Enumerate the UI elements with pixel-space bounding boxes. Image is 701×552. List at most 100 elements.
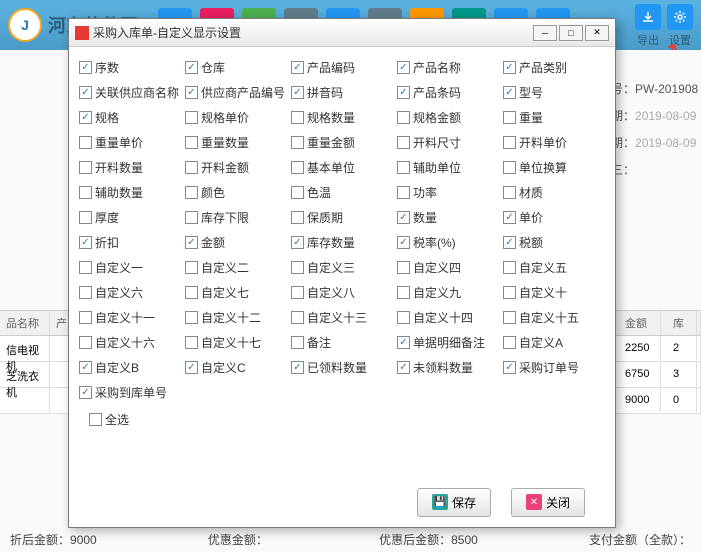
column-checkbox[interactable]: 序数	[79, 59, 181, 76]
column-checkbox[interactable]: 颜色	[185, 184, 287, 201]
column-checkbox[interactable]: 备注	[291, 334, 393, 351]
checkbox-icon	[503, 211, 516, 224]
checkbox-icon	[185, 336, 198, 349]
column-checkbox[interactable]: 辅助数量	[79, 184, 181, 201]
column-checkbox[interactable]: 自定义六	[79, 284, 181, 301]
column-checkbox[interactable]: 单位换算	[503, 159, 605, 176]
checkbox-label: 自定义十六	[95, 334, 155, 351]
column-checkbox[interactable]: 自定义二	[185, 259, 287, 276]
checkbox-icon	[503, 261, 516, 274]
column-checkbox[interactable]: 金额	[185, 234, 287, 251]
column-checkbox[interactable]: 自定义十	[503, 284, 605, 301]
save-button[interactable]: 💾 保存	[417, 488, 491, 517]
column-checkbox[interactable]: 自定义五	[503, 259, 605, 276]
column-checkbox[interactable]: 已领料数量	[291, 359, 393, 376]
column-checkbox[interactable]: 自定义四	[397, 259, 499, 276]
gear-icon	[667, 4, 693, 30]
column-checkbox[interactable]: 自定义八	[291, 284, 393, 301]
checkbox-icon	[397, 311, 410, 324]
column-checkbox[interactable]: 税率(%)	[397, 234, 499, 251]
checkbox-label: 自定义九	[413, 284, 461, 301]
column-checkbox[interactable]: 规格	[79, 109, 181, 126]
column-checkbox[interactable]: 单价	[503, 209, 605, 226]
column-checkbox[interactable]: 产品名称	[397, 59, 499, 76]
column-checkbox[interactable]: 重量数量	[185, 134, 287, 151]
column-checkbox[interactable]: 自定义十三	[291, 309, 393, 326]
column-checkbox[interactable]: 开料单价	[503, 134, 605, 151]
column-checkbox[interactable]: 折扣	[79, 234, 181, 251]
dialog-titlebar[interactable]: 采购入库单-自定义显示设置 ─ □ ✕	[69, 19, 615, 47]
column-checkbox[interactable]: 自定义C	[185, 359, 287, 376]
column-checkbox[interactable]: 重量	[503, 109, 605, 126]
column-checkbox[interactable]: 自定义B	[79, 359, 181, 376]
column-checkbox[interactable]: 自定义十四	[397, 309, 499, 326]
checkbox-label: 自定义A	[519, 334, 563, 351]
column-checkbox[interactable]: 规格数量	[291, 109, 393, 126]
column-checkbox[interactable]: 单据明细备注	[397, 334, 499, 351]
column-checkbox[interactable]: 开料金额	[185, 159, 287, 176]
checkbox-label: 重量金额	[307, 134, 355, 151]
column-checkbox[interactable]: 重量金额	[291, 134, 393, 151]
column-checkbox[interactable]: 未领料数量	[397, 359, 499, 376]
checkbox-icon	[185, 211, 198, 224]
checkbox-icon	[79, 361, 92, 374]
export-button[interactable]: 导出	[635, 4, 661, 48]
column-checkbox[interactable]: 自定义三	[291, 259, 393, 276]
column-checkbox[interactable]: 自定义十一	[79, 309, 181, 326]
checkbox-icon	[397, 186, 410, 199]
column-checkbox[interactable]: 拼音码	[291, 84, 393, 101]
close-window-button[interactable]: ✕	[585, 25, 609, 41]
checkbox-icon	[291, 111, 304, 124]
column-checkbox[interactable]: 自定义十六	[79, 334, 181, 351]
column-checkbox[interactable]: 自定义十五	[503, 309, 605, 326]
column-checkbox[interactable]: 自定义一	[79, 259, 181, 276]
column-checkbox[interactable]: 重量单价	[79, 134, 181, 151]
column-checkbox[interactable]: 产品编码	[291, 59, 393, 76]
checkbox-label: 材质	[519, 184, 543, 201]
checkbox-icon	[79, 211, 92, 224]
column-checkbox[interactable]: 自定义七	[185, 284, 287, 301]
column-checkbox[interactable]: 规格单价	[185, 109, 287, 126]
column-checkbox[interactable]: 自定义A	[503, 334, 605, 351]
column-checkbox[interactable]: 产品条码	[397, 84, 499, 101]
column-checkbox[interactable]: 型号	[503, 84, 605, 101]
minimize-button[interactable]: ─	[533, 25, 557, 41]
column-checkbox[interactable]: 自定义十七	[185, 334, 287, 351]
checkbox-icon	[79, 386, 92, 399]
column-checkbox[interactable]: 功率	[397, 184, 499, 201]
column-checkbox[interactable]: 税额	[503, 234, 605, 251]
settings-button[interactable]: 设置	[667, 4, 693, 48]
column-checkbox[interactable]: 仓库	[185, 59, 287, 76]
checkbox-label: 规格金额	[413, 109, 461, 126]
column-checkbox[interactable]: 关联供应商名称	[79, 84, 181, 101]
column-checkbox[interactable]: 自定义十二	[185, 309, 287, 326]
column-checkbox[interactable]: 供应商产品编号	[185, 84, 287, 101]
column-checkbox[interactable]: 自定义九	[397, 284, 499, 301]
footer-right-label: 优惠后金额：	[379, 533, 451, 547]
close-icon: ✕	[526, 494, 542, 510]
maximize-button[interactable]: □	[559, 25, 583, 41]
column-checkbox[interactable]: 开料数量	[79, 159, 181, 176]
column-checkbox[interactable]: 库存数量	[291, 234, 393, 251]
close-button[interactable]: ✕ 关闭	[511, 488, 585, 517]
column-checkbox[interactable]: 材质	[503, 184, 605, 201]
checkbox-icon	[79, 111, 92, 124]
column-checkbox[interactable]: 库存下限	[185, 209, 287, 226]
column-checkbox[interactable]: 保质期	[291, 209, 393, 226]
column-checkbox[interactable]: 数量	[397, 209, 499, 226]
column-checkbox[interactable]: 辅助单位	[397, 159, 499, 176]
column-checkbox[interactable]: 采购到库单号	[79, 384, 181, 401]
column-checkbox[interactable]: 采购订单号	[503, 359, 605, 376]
column-checkbox[interactable]: 产品类别	[503, 59, 605, 76]
checkbox-label: 自定义四	[413, 259, 461, 276]
date1-value: 2019-08-09	[635, 109, 696, 123]
column-checkbox[interactable]: 规格金额	[397, 109, 499, 126]
column-checkbox[interactable]: 开料尺寸	[397, 134, 499, 151]
column-checkbox[interactable]: 厚度	[79, 209, 181, 226]
checkbox-label: 自定义十四	[413, 309, 473, 326]
checkbox-label: 未领料数量	[413, 359, 473, 376]
select-all-checkbox[interactable]: 全选	[89, 411, 595, 428]
checkbox-icon	[397, 136, 410, 149]
column-checkbox[interactable]: 基本单位	[291, 159, 393, 176]
column-checkbox[interactable]: 色温	[291, 184, 393, 201]
